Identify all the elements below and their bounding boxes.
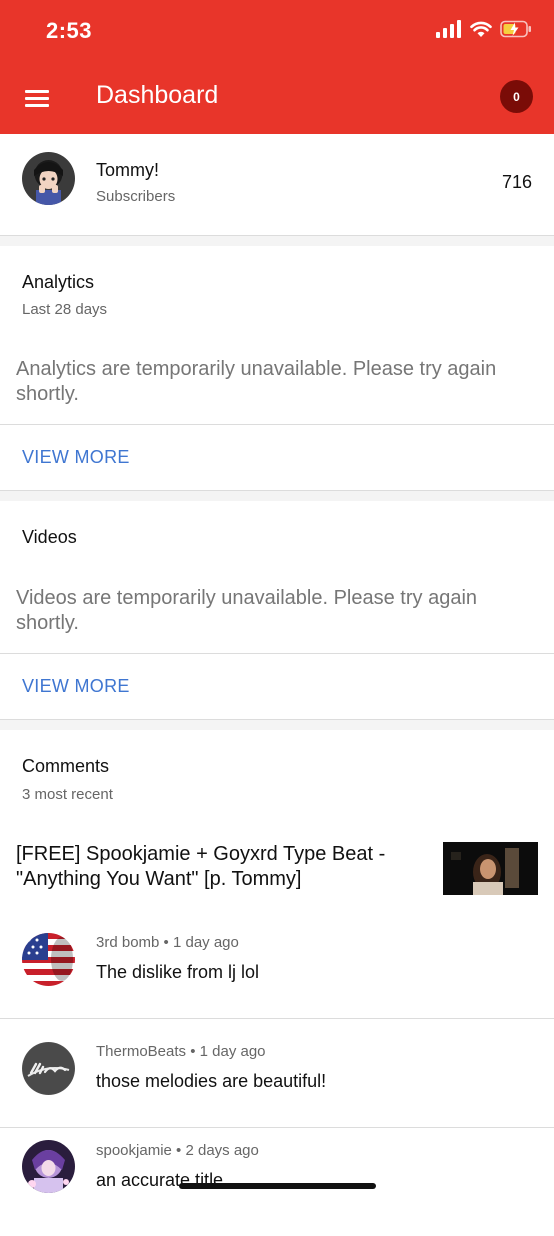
comments-title: Comments xyxy=(22,756,110,776)
videos-view-more-button[interactable]: VIEW MORE xyxy=(22,676,130,697)
status-time: 2:53 xyxy=(46,18,93,43)
analytics-view-more-button[interactable]: VIEW MORE xyxy=(22,447,130,468)
comment-text: The dislike from lj lol xyxy=(96,962,260,982)
status-icons xyxy=(436,20,532,38)
card-divider xyxy=(0,653,554,654)
comments-subtitle: 3 most recent xyxy=(22,786,113,803)
section-divider xyxy=(0,490,554,501)
comment-text: those melodies are beautiful! xyxy=(96,1071,327,1091)
channel-name: Tommy! xyxy=(96,160,159,180)
channel-avatar xyxy=(22,152,75,205)
meta-separator: • xyxy=(190,1043,200,1060)
analytics-title: Analytics xyxy=(22,272,95,292)
videos-message: Videos are temporarily unavailable. Plea… xyxy=(16,587,478,634)
menu-button[interactable] xyxy=(22,84,52,114)
comment-meta: spookjamie • 2 days ago xyxy=(96,1142,259,1159)
comment-item[interactable]: 3rd bomb • 1 day ago The dislike from lj… xyxy=(0,920,554,1028)
commenter-avatar xyxy=(22,1042,75,1095)
comment-author[interactable]: ThermoBeats xyxy=(96,1043,186,1060)
comment-time: 2 days ago xyxy=(185,1142,259,1159)
comment-divider xyxy=(0,1018,554,1019)
channel-profile[interactable]: Tommy! Subscribers 716 xyxy=(0,134,554,235)
comment-item[interactable]: spookjamie • 2 days ago an accurate titl… xyxy=(0,1128,554,1236)
hamburger-icon-line xyxy=(25,104,49,107)
hamburger-icon-line xyxy=(25,97,49,100)
card-divider xyxy=(0,424,554,425)
battery-charging-icon xyxy=(500,20,531,38)
comment-meta: 3rd bomb • 1 day ago xyxy=(96,934,239,951)
section-divider xyxy=(0,719,554,730)
comment-author[interactable]: 3rd bomb xyxy=(96,934,159,951)
notification-badge[interactable]: 0 xyxy=(500,80,533,113)
hamburger-icon-line xyxy=(25,90,49,93)
status-bar: 2:53 xyxy=(0,0,554,66)
signal-icon xyxy=(436,20,461,38)
analytics-period: Last 28 days xyxy=(22,301,108,318)
comment-time: 1 day ago xyxy=(172,934,239,951)
meta-separator: • xyxy=(163,934,173,951)
subscribers-label: Subscribers xyxy=(96,188,176,205)
comment-time: 1 day ago xyxy=(199,1043,266,1060)
videos-title: Videos xyxy=(22,527,77,547)
page-title: Dashboard xyxy=(96,81,219,109)
comment-meta: ThermoBeats • 1 day ago xyxy=(96,1043,266,1060)
analytics-message: Analytics are temporarily unavailable. P… xyxy=(16,358,497,405)
comment-video-title[interactable]: [FREE] Spookjamie + Goyxrd Type Beat - "… xyxy=(16,842,416,892)
home-indicator[interactable] xyxy=(179,1183,376,1189)
wifi-icon xyxy=(470,21,492,37)
app-bar: Dashboard 0 xyxy=(0,66,554,134)
subscriber-count: 716 xyxy=(501,172,532,192)
comment-author[interactable]: spookjamie xyxy=(96,1142,172,1159)
section-divider xyxy=(0,235,554,246)
comment-item[interactable]: ThermoBeats • 1 day ago those melodies a… xyxy=(0,1029,554,1137)
commenter-avatar xyxy=(22,933,75,986)
video-thumbnail[interactable] xyxy=(443,842,538,895)
commenter-avatar xyxy=(22,1140,75,1193)
